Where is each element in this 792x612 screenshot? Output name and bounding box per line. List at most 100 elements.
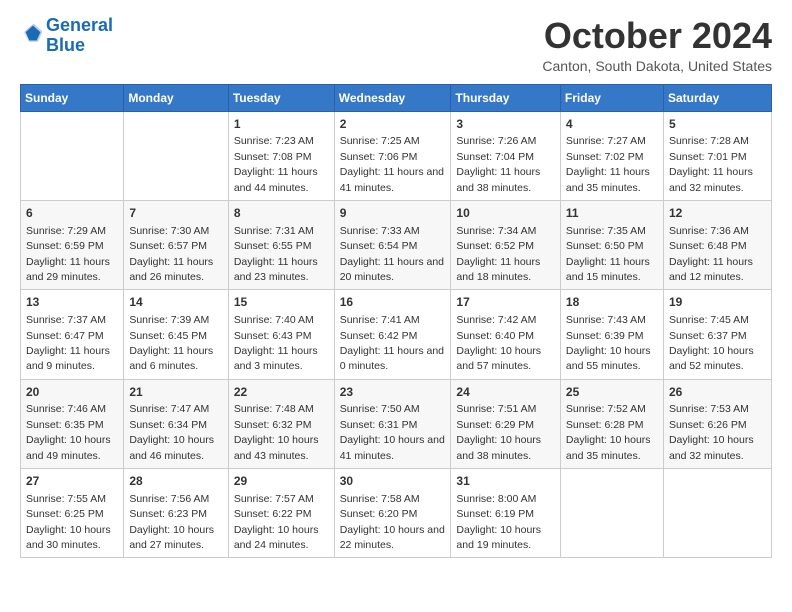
- calendar-week-row: 27 Sunrise: 7:55 AMSunset: 6:25 PMDayligh…: [21, 469, 772, 558]
- sunrise-text: Sunrise: 7:47 AMSunset: 6:34 PMDaylight:…: [129, 403, 214, 461]
- sunrise-text: Sunrise: 7:43 AMSunset: 6:39 PMDaylight:…: [566, 314, 651, 372]
- sunrise-text: Sunrise: 7:46 AMSunset: 6:35 PMDaylight:…: [26, 403, 111, 461]
- day-number: 18: [566, 294, 658, 311]
- sunrise-text: Sunrise: 7:36 AMSunset: 6:48 PMDaylight:…: [669, 225, 753, 283]
- logo: General Blue: [20, 16, 113, 56]
- day-number: 23: [340, 384, 446, 401]
- calendar-cell: 22 Sunrise: 7:48 AMSunset: 6:32 PMDayligh…: [228, 379, 334, 468]
- calendar-cell: 2Sunrise: 7:25 AMSunset: 7:06 PMDaylight…: [334, 111, 451, 200]
- calendar-cell: 30Sunrise: 7:58 AMSunset: 6:20 PMDayligh…: [334, 469, 451, 558]
- sunrise-text: Sunrise: 8:00 AMSunset: 6:19 PMDaylight:…: [456, 493, 541, 551]
- calendar-cell: 12 Sunrise: 7:36 AMSunset: 6:48 PMDayligh…: [663, 200, 771, 289]
- calendar-cell: 31 Sunrise: 8:00 AMSunset: 6:19 PMDayligh…: [451, 469, 561, 558]
- day-number: 15: [234, 294, 329, 311]
- day-number: 27: [26, 473, 118, 490]
- day-number: 19: [669, 294, 766, 311]
- day-number: 13: [26, 294, 118, 311]
- calendar-table: SundayMondayTuesdayWednesdayThursdayFrid…: [20, 84, 772, 559]
- day-number: 29: [234, 473, 329, 490]
- calendar-cell: 29 Sunrise: 7:57 AMSunset: 6:22 PMDayligh…: [228, 469, 334, 558]
- day-number: 16: [340, 294, 446, 311]
- calendar-cell: 19 Sunrise: 7:45 AMSunset: 6:37 PMDayligh…: [663, 290, 771, 379]
- calendar-cell: 11Sunrise: 7:35 AMSunset: 6:50 PMDayligh…: [560, 200, 663, 289]
- day-number: 17: [456, 294, 555, 311]
- sunrise-text: Sunrise: 7:53 AMSunset: 6:26 PMDaylight:…: [669, 403, 754, 461]
- calendar-cell: 24 Sunrise: 7:51 AMSunset: 6:29 PMDayligh…: [451, 379, 561, 468]
- calendar-cell: [21, 111, 124, 200]
- calendar-cell: 28Sunrise: 7:56 AMSunset: 6:23 PMDayligh…: [124, 469, 228, 558]
- calendar-cell: 7Sunrise: 7:30 AMSunset: 6:57 PMDaylight…: [124, 200, 228, 289]
- calendar-cell: 14Sunrise: 7:39 AMSunset: 6:45 PMDayligh…: [124, 290, 228, 379]
- calendar-cell: 1Sunrise: 7:23 AMSunset: 7:08 PMDaylight…: [228, 111, 334, 200]
- calendar-cell: 16 Sunrise: 7:41 AMSunset: 6:42 PMDayligh…: [334, 290, 451, 379]
- calendar-cell: 27 Sunrise: 7:55 AMSunset: 6:25 PMDayligh…: [21, 469, 124, 558]
- calendar-week-row: 1Sunrise: 7:23 AMSunset: 7:08 PMDaylight…: [21, 111, 772, 200]
- sunrise-text: Sunrise: 7:27 AMSunset: 7:02 PMDaylight:…: [566, 135, 650, 193]
- day-number: 30: [340, 473, 446, 490]
- calendar-cell: 6 Sunrise: 7:29 AMSunset: 6:59 PMDaylight…: [21, 200, 124, 289]
- calendar-cell: 9Sunrise: 7:33 AMSunset: 6:54 PMDaylight…: [334, 200, 451, 289]
- day-number: 22: [234, 384, 329, 401]
- sunrise-text: Sunrise: 7:34 AMSunset: 6:52 PMDaylight:…: [456, 225, 540, 283]
- calendar-cell: 8 Sunrise: 7:31 AMSunset: 6:55 PMDaylight…: [228, 200, 334, 289]
- sunrise-text: Sunrise: 7:55 AMSunset: 6:25 PMDaylight:…: [26, 493, 111, 551]
- weekday-header-friday: Friday: [560, 84, 663, 111]
- calendar-week-row: 6 Sunrise: 7:29 AMSunset: 6:59 PMDaylight…: [21, 200, 772, 289]
- sunrise-text: Sunrise: 7:31 AMSunset: 6:55 PMDaylight:…: [234, 225, 318, 283]
- calendar-week-row: 20 Sunrise: 7:46 AMSunset: 6:35 PMDayligh…: [21, 379, 772, 468]
- sunrise-text: Sunrise: 7:35 AMSunset: 6:50 PMDaylight:…: [566, 225, 650, 283]
- page-header: General Blue October 2024 Canton, South …: [20, 16, 772, 74]
- sunrise-text: Sunrise: 7:48 AMSunset: 6:32 PMDaylight:…: [234, 403, 319, 461]
- location: Canton, South Dakota, United States: [542, 58, 772, 74]
- calendar-cell: 5 Sunrise: 7:28 AMSunset: 7:01 PMDaylight…: [663, 111, 771, 200]
- sunrise-text: Sunrise: 7:57 AMSunset: 6:22 PMDaylight:…: [234, 493, 319, 551]
- sunrise-text: Sunrise: 7:26 AMSunset: 7:04 PMDaylight:…: [456, 135, 540, 193]
- day-number: 6: [26, 205, 118, 222]
- sunrise-text: Sunrise: 7:23 AMSunset: 7:08 PMDaylight:…: [234, 135, 318, 193]
- day-number: 4: [566, 116, 658, 133]
- calendar-cell: 26 Sunrise: 7:53 AMSunset: 6:26 PMDayligh…: [663, 379, 771, 468]
- sunrise-text: Sunrise: 7:39 AMSunset: 6:45 PMDaylight:…: [129, 314, 213, 372]
- calendar-cell: 25Sunrise: 7:52 AMSunset: 6:28 PMDayligh…: [560, 379, 663, 468]
- weekday-header-saturday: Saturday: [663, 84, 771, 111]
- weekday-header-wednesday: Wednesday: [334, 84, 451, 111]
- calendar-cell: 17Sunrise: 7:42 AMSunset: 6:40 PMDayligh…: [451, 290, 561, 379]
- day-number: 10: [456, 205, 555, 222]
- sunrise-text: Sunrise: 7:40 AMSunset: 6:43 PMDaylight:…: [234, 314, 318, 372]
- day-number: 5: [669, 116, 766, 133]
- calendar-cell: 21 Sunrise: 7:47 AMSunset: 6:34 PMDayligh…: [124, 379, 228, 468]
- calendar-cell: 20 Sunrise: 7:46 AMSunset: 6:35 PMDayligh…: [21, 379, 124, 468]
- calendar-cell: 13Sunrise: 7:37 AMSunset: 6:47 PMDayligh…: [21, 290, 124, 379]
- weekday-header-row: SundayMondayTuesdayWednesdayThursdayFrid…: [21, 84, 772, 111]
- day-number: 26: [669, 384, 766, 401]
- weekday-header-monday: Monday: [124, 84, 228, 111]
- sunrise-text: Sunrise: 7:29 AMSunset: 6:59 PMDaylight:…: [26, 225, 110, 283]
- sunrise-text: Sunrise: 7:45 AMSunset: 6:37 PMDaylight:…: [669, 314, 754, 372]
- day-number: 7: [129, 205, 222, 222]
- day-number: 28: [129, 473, 222, 490]
- calendar-cell: 10 Sunrise: 7:34 AMSunset: 6:52 PMDayligh…: [451, 200, 561, 289]
- day-number: 3: [456, 116, 555, 133]
- weekday-header-thursday: Thursday: [451, 84, 561, 111]
- calendar-cell: 3 Sunrise: 7:26 AMSunset: 7:04 PMDaylight…: [451, 111, 561, 200]
- day-number: 31: [456, 473, 555, 490]
- sunrise-text: Sunrise: 7:41 AMSunset: 6:42 PMDaylight:…: [340, 314, 444, 372]
- calendar-cell: [663, 469, 771, 558]
- calendar-cell: [124, 111, 228, 200]
- day-number: 8: [234, 205, 329, 222]
- sunrise-text: Sunrise: 7:51 AMSunset: 6:29 PMDaylight:…: [456, 403, 541, 461]
- day-number: 24: [456, 384, 555, 401]
- day-number: 21: [129, 384, 222, 401]
- title-block: October 2024 Canton, South Dakota, Unite…: [542, 16, 772, 74]
- day-number: 12: [669, 205, 766, 222]
- logo-text: General Blue: [46, 16, 113, 56]
- calendar-cell: [560, 469, 663, 558]
- day-number: 9: [340, 205, 446, 222]
- sunrise-text: Sunrise: 7:28 AMSunset: 7:01 PMDaylight:…: [669, 135, 753, 193]
- calendar-cell: 4 Sunrise: 7:27 AMSunset: 7:02 PMDaylight…: [560, 111, 663, 200]
- sunrise-text: Sunrise: 7:50 AMSunset: 6:31 PMDaylight:…: [340, 403, 445, 461]
- weekday-header-sunday: Sunday: [21, 84, 124, 111]
- day-number: 25: [566, 384, 658, 401]
- weekday-header-tuesday: Tuesday: [228, 84, 334, 111]
- day-number: 20: [26, 384, 118, 401]
